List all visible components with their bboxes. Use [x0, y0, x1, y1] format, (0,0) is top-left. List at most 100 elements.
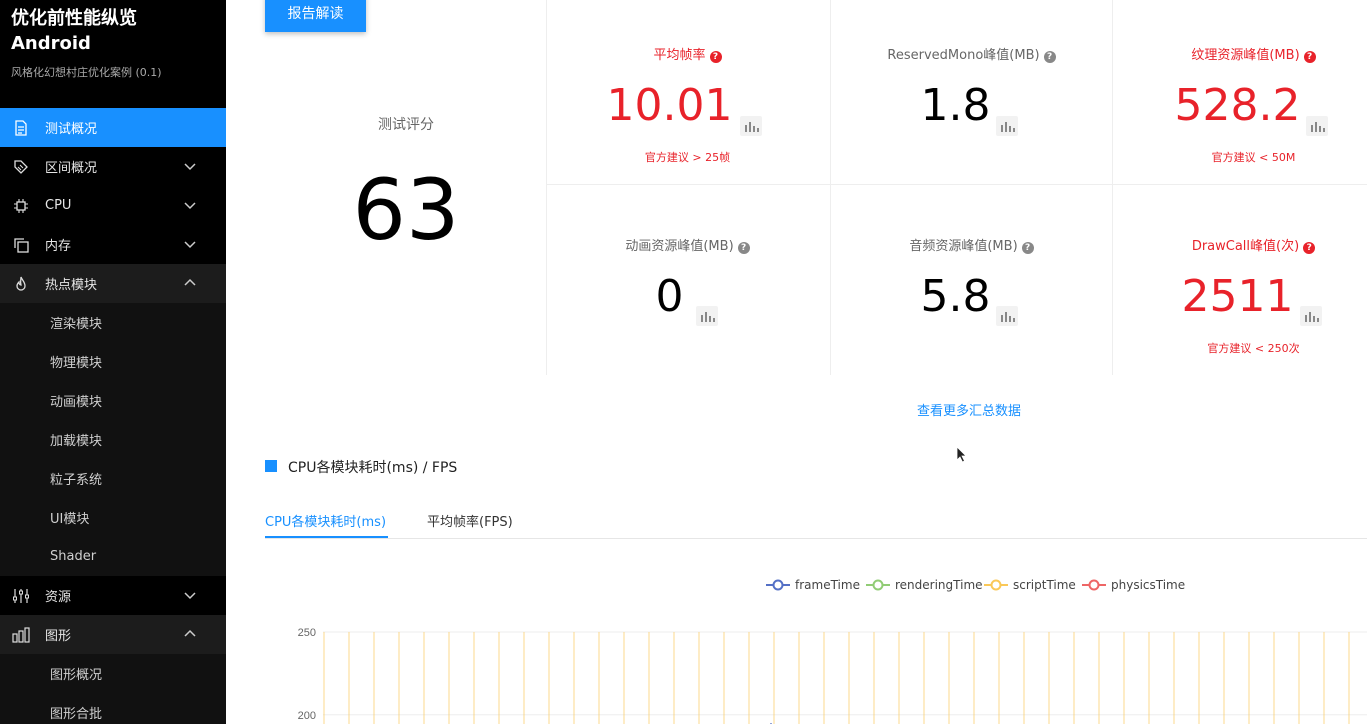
copy-icon	[12, 236, 30, 254]
help-icon[interactable]: ?	[1303, 51, 1316, 63]
bar-chart-icon[interactable]	[740, 116, 762, 136]
metric-avg-fps: 平均帧率? 10.01 官方建议 > 25帧	[546, 0, 829, 190]
metric-label-text: 音频资源峰值(MB)	[909, 239, 1018, 254]
sidebar-item-graphics[interactable]: 图形	[0, 615, 226, 654]
bar-chart-icon[interactable]	[1306, 116, 1328, 136]
legend-item-renderingTime[interactable]: renderingTime	[866, 577, 983, 593]
metric-note: 官方建议 > 25帧	[644, 151, 731, 164]
bar-chart-icon[interactable]	[696, 306, 718, 326]
sidebar-item-resources[interactable]: 资源	[0, 576, 226, 615]
sidebar: 优化前性能纵览 Android 风格化幻想村庄优化案例 (0.1) 测试概况 区…	[0, 0, 226, 724]
metric-label-text: 动画资源峰值(MB)	[625, 239, 734, 254]
chevron-up-icon	[184, 278, 196, 286]
sidebar-subitem-graphics-batching[interactable]: 图形合批	[0, 693, 226, 724]
bar-chart-icon[interactable]	[996, 116, 1018, 136]
tab-cpu-module-time[interactable]: CPU各模块耗时(ms)	[265, 511, 386, 530]
document-icon	[12, 119, 30, 137]
tag-icon	[12, 158, 30, 176]
sidebar-item-label: 测试概况	[45, 122, 98, 137]
help-icon[interactable]: ?	[1043, 51, 1056, 63]
metric-label: 纹理资源峰值(MB)?	[1112, 44, 1367, 63]
sidebar-subtitle: 风格化幻想村庄优化案例 (0.1)	[11, 66, 162, 79]
legend-label: frameTime	[795, 578, 860, 592]
metric-texture-peak: 纹理资源峰值(MB)? 528.2 官方建议 < 50M	[1112, 0, 1367, 190]
chevron-up-icon	[184, 629, 196, 637]
sidebar-subitem-loading[interactable]: 加载模块	[0, 420, 226, 459]
score-value: 63	[352, 161, 460, 259]
metric-value: 2511	[1181, 271, 1294, 322]
sidebar-subitem-particles[interactable]: 粒子系统	[0, 459, 226, 498]
chevron-down-icon	[184, 163, 196, 171]
sidebar-title-line1: 优化前性能纵览	[11, 8, 137, 29]
bar-chart-icon[interactable]	[996, 306, 1018, 326]
bar-chart-icon	[12, 626, 30, 644]
y-tick-label: 250	[298, 627, 316, 639]
bar-chart-icon[interactable]	[1300, 306, 1322, 326]
legend-item-scriptTime[interactable]: scriptTime	[984, 577, 1076, 593]
legend-item-frameTime[interactable]: frameTime	[766, 577, 860, 593]
sidebar-subitem-physics[interactable]: 物理模块	[0, 342, 226, 381]
sidebar-item-label: 图形	[45, 629, 72, 644]
metric-drawcall-peak: DrawCall峰值(次)? 2511 官方建议 < 250次	[1112, 185, 1367, 375]
main-content: 报告解读 测试评分 63 平均帧率? 10.01 官方建议 > 25帧 Rese…	[226, 0, 1367, 724]
sidebar-subitem-animation[interactable]: 动画模块	[0, 381, 226, 420]
metric-note: 官方建议 < 50M	[1211, 151, 1296, 164]
report-interpret-button[interactable]: 报告解读	[265, 0, 366, 32]
legend-label: physicsTime	[1111, 578, 1186, 592]
sidebar-title-line2: Android	[11, 33, 91, 54]
metric-label: ReservedMono峰值(MB)?	[830, 44, 1113, 63]
more-summary-link[interactable]: 查看更多汇总数据	[917, 400, 1021, 419]
metric-audio-peak: 音频资源峰值(MB)? 5.8	[830, 185, 1113, 375]
sidebar-item-interval[interactable]: 区间概况	[0, 147, 226, 186]
metric-label-text: DrawCall峰值(次)	[1191, 239, 1300, 254]
help-icon[interactable]: ?	[709, 51, 722, 63]
sidebar-subitem-rendering[interactable]: 渲染模块	[0, 303, 226, 342]
metric-label-text: 纹理资源峰值(MB)	[1191, 48, 1300, 63]
sidebar-title: 优化前性能纵览 Android	[11, 6, 137, 56]
metric-label: 音频资源峰值(MB)?	[830, 235, 1113, 254]
tab-bar-divider	[265, 538, 1367, 539]
help-icon[interactable]: ?	[1303, 242, 1316, 254]
chevron-down-icon	[184, 592, 196, 600]
sidebar-subitem-shader[interactable]: Shader	[0, 537, 226, 576]
sidebar-item-label: CPU	[45, 198, 72, 213]
sidebar-subitem-ui[interactable]: UI模块	[0, 498, 226, 537]
chip-icon	[12, 197, 30, 215]
legend-symbol-icon	[984, 579, 1008, 591]
metrics-grid: 平均帧率? 10.01 官方建议 > 25帧 ReservedMono峰值(MB…	[546, 0, 1367, 375]
sidebar-item-label: 资源	[45, 590, 72, 605]
legend-symbol-icon	[766, 579, 790, 591]
sidebar-subitem-graphics-overview[interactable]: 图形概况	[0, 654, 226, 693]
legend-label: renderingTime	[895, 578, 983, 592]
metric-value: 1.8	[920, 80, 991, 131]
metric-value: 10.01	[606, 80, 733, 131]
metric-label: 动画资源峰值(MB)?	[546, 235, 829, 254]
cpu-time-chart: 200 250	[298, 627, 1367, 724]
tab-avg-fps[interactable]: 平均帧率(FPS)	[427, 511, 513, 530]
chevron-down-icon	[184, 202, 196, 210]
sliders-icon	[12, 587, 30, 605]
metric-label-text: ReservedMono峰值(MB)	[887, 48, 1040, 63]
score-label: 测试评分	[378, 117, 434, 133]
metric-value: 0	[655, 271, 684, 322]
metric-note: 官方建议 < 250次	[1207, 342, 1300, 355]
mouse-cursor-icon	[956, 446, 967, 463]
legend-label: scriptTime	[1013, 578, 1076, 592]
metric-label: DrawCall峰值(次)?	[1112, 235, 1367, 254]
metric-reserved-mono: ReservedMono峰值(MB)? 1.8	[830, 0, 1113, 190]
legend-symbol-icon	[866, 579, 890, 591]
metric-label-text: 平均帧率	[653, 48, 706, 63]
y-tick-label: 200	[298, 710, 316, 722]
sidebar-item-hotspot[interactable]: 热点模块	[0, 264, 226, 303]
metric-value: 5.8	[920, 271, 991, 322]
sidebar-item-overview[interactable]: 测试概况	[0, 108, 226, 147]
sidebar-item-label: 区间概况	[45, 161, 98, 176]
sidebar-item-cpu[interactable]: CPU	[0, 186, 226, 225]
legend-item-physicsTime[interactable]: physicsTime	[1082, 577, 1185, 593]
help-icon[interactable]: ?	[1021, 242, 1034, 254]
section-marker	[265, 460, 277, 472]
chevron-down-icon	[184, 241, 196, 249]
help-icon[interactable]: ?	[737, 242, 750, 254]
sidebar-item-memory[interactable]: 内存	[0, 225, 226, 264]
legend-symbol-icon	[1082, 579, 1106, 591]
